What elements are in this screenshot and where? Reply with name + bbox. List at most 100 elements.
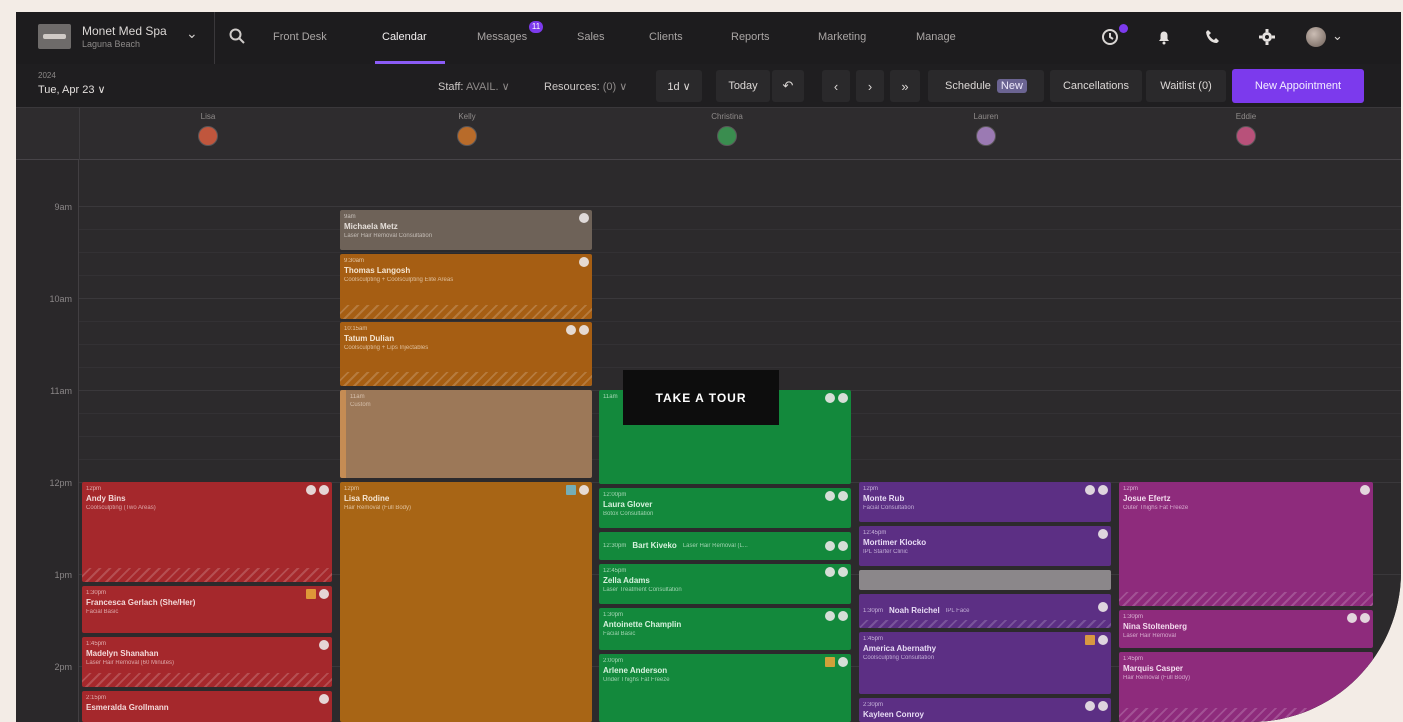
resources-filter[interactable]: Resources: (0) ∨ [544,80,627,93]
status-icon[interactable] [1085,701,1095,711]
note-icon[interactable] [566,485,576,495]
new-appointment-button[interactable]: New Appointment [1232,69,1364,103]
quarter-line [79,229,1401,230]
appointment-card[interactable]: 1:30pm Antoinette Champlin Facial Basic [599,608,851,650]
skip-forward-icon[interactable]: » [890,70,920,102]
appointment-service: Under Thighs Fat Freeze [603,677,670,683]
note-icon[interactable] [306,589,316,599]
bell-icon[interactable] [1154,27,1174,47]
info-icon[interactable] [1098,602,1108,612]
appointment-card[interactable]: 12pm Monte Rub Facial Consultation [859,482,1111,522]
chevron-down-icon[interactable]: ⌄ [186,25,198,42]
tab-sales[interactable]: Sales [577,31,605,43]
appointment-card[interactable]: 1:45pm Marquis Casper Hair Removal (Full… [1119,652,1373,722]
staff-column-lauren[interactable]: Lauren [926,112,1046,146]
blocked-time[interactable] [859,570,1111,590]
appointment-card[interactable]: 1:30pm Nina Stoltenberg Laser Hair Remov… [1119,610,1373,648]
appointment-card[interactable]: 12pm Josue Efertz Outer Thighs Fat Freez… [1119,482,1373,606]
waitlist-button[interactable]: Waitlist (0) [1146,70,1226,102]
status-icon[interactable] [825,567,835,577]
status-icon[interactable] [825,541,835,551]
info-icon[interactable] [1098,635,1108,645]
appointment-time: 12pm [1123,486,1139,492]
appointment-card[interactable]: 1:45pm Madelyn Shanahan Laser Hair Remov… [82,637,332,687]
status-icon[interactable] [306,485,316,495]
avatar[interactable] [1306,27,1326,47]
appointment-card[interactable]: 1:30pm Francesca Gerlach (She/Her) Facia… [82,586,332,633]
staff-filter[interactable]: Staff: AVAIL. ∨ [438,80,510,93]
undo-icon[interactable]: ↶ [772,70,804,102]
staff-column-eddie[interactable]: Eddie [1186,112,1306,146]
status-icon[interactable] [1085,485,1095,495]
next-day-icon[interactable]: › [856,70,884,102]
clock-icon[interactable] [1100,27,1120,47]
appointment-card[interactable]: 2:30pm Kayleen Conroy [859,698,1111,722]
gear-icon[interactable] [1257,27,1277,47]
date-picker[interactable]: Tue, Apr 23 ∨ [38,83,106,96]
tab-messages[interactable]: Messages [477,31,527,43]
appointment-card[interactable]: 12:45pm Mortimer Klocko IPL Starter Clin… [859,526,1111,566]
info-icon[interactable] [579,485,589,495]
info-icon[interactable] [1098,529,1108,539]
spa-location[interactable]: Laguna Beach [82,39,140,49]
prev-day-icon[interactable]: ‹ [822,70,850,102]
info-icon[interactable] [838,657,848,667]
tab-manage[interactable]: Manage [916,31,956,43]
tab-calendar[interactable]: Calendar [382,31,427,43]
info-icon[interactable] [838,393,848,403]
appointment-card[interactable]: 2:15pm Esmeralda Grollmann [82,691,332,722]
today-button[interactable]: Today [716,70,770,102]
status-icon[interactable] [1347,613,1357,623]
appointment-card[interactable]: 11am Custom [340,390,592,478]
info-icon[interactable] [1098,485,1108,495]
appointment-card[interactable]: 12:45pm Zella Adams Laser Treatment Cons… [599,564,851,604]
hour-label: 10am [49,294,72,304]
tab-front-desk[interactable]: Front Desk [273,31,327,43]
appointment-card[interactable]: 9:30am Thomas Langosh Coolsculpting + Co… [340,254,592,319]
view-selector[interactable]: 1d ∨ [656,70,702,102]
info-icon[interactable] [838,567,848,577]
schedule-button[interactable]: Schedule New [928,70,1044,102]
info-icon[interactable] [838,491,848,501]
appointment-card[interactable]: 12pm Andy Bins Coolsculpting (Two Areas) [82,482,332,582]
spa-name[interactable]: Monet Med Spa [82,24,167,38]
tab-marketing[interactable]: Marketing [818,31,866,43]
status-icon[interactable] [825,611,835,621]
note-icon[interactable] [1085,635,1095,645]
staff-column-kelly[interactable]: Kelly [407,112,527,146]
info-icon[interactable] [319,640,329,650]
info-icon[interactable] [319,485,329,495]
phone-icon[interactable] [1203,27,1223,47]
appointment-card[interactable]: 1:30pm Noah Reichel IPL Face [859,594,1111,628]
appointment-card[interactable]: 12:30pm Bart Kiveko Laser Hair Removal (… [599,532,851,560]
appointment-card[interactable]: 12pm Lisa Rodine Hair Removal (Full Body… [340,482,592,722]
info-icon[interactable] [1098,701,1108,711]
info-icon[interactable] [579,325,589,335]
tab-clients[interactable]: Clients [649,31,683,43]
status-icon[interactable] [566,325,576,335]
appointment-card[interactable]: 10:15am Tatum Dulian Coolsculpting + Lip… [340,322,592,386]
info-icon[interactable] [838,541,848,551]
appointment-card[interactable]: 12:00pm Laura Glover Botox Consultation [599,488,851,528]
cancellations-button[interactable]: Cancellations [1050,70,1142,102]
status-icon[interactable] [825,491,835,501]
info-icon[interactable] [838,611,848,621]
buffer-hatch [859,620,1111,628]
tab-reports[interactable]: Reports [731,31,770,43]
avatar-chevron-icon[interactable]: ⌄ [1332,28,1343,44]
info-icon[interactable] [319,589,329,599]
staff-column-christina[interactable]: Christina [667,112,787,146]
info-icon[interactable] [579,257,589,267]
status-icon[interactable] [825,393,835,403]
note-icon[interactable] [825,657,835,667]
staff-column-lisa[interactable]: Lisa [148,112,268,146]
take-a-tour-button[interactable]: TAKE A TOUR [623,370,779,425]
search-icon[interactable] [228,27,246,45]
appointment-card[interactable]: 2:00pm Arlene Anderson Under Thighs Fat … [599,654,851,722]
info-icon[interactable] [319,694,329,704]
info-icon[interactable] [1360,613,1370,623]
appointment-card[interactable]: 9am Michaela Metz Laser Hair Removal Con… [340,210,592,250]
info-icon[interactable] [1360,485,1370,495]
appointment-card[interactable]: 1:45pm America Abernathy Coolsculpting C… [859,632,1111,694]
info-icon[interactable] [579,213,589,223]
